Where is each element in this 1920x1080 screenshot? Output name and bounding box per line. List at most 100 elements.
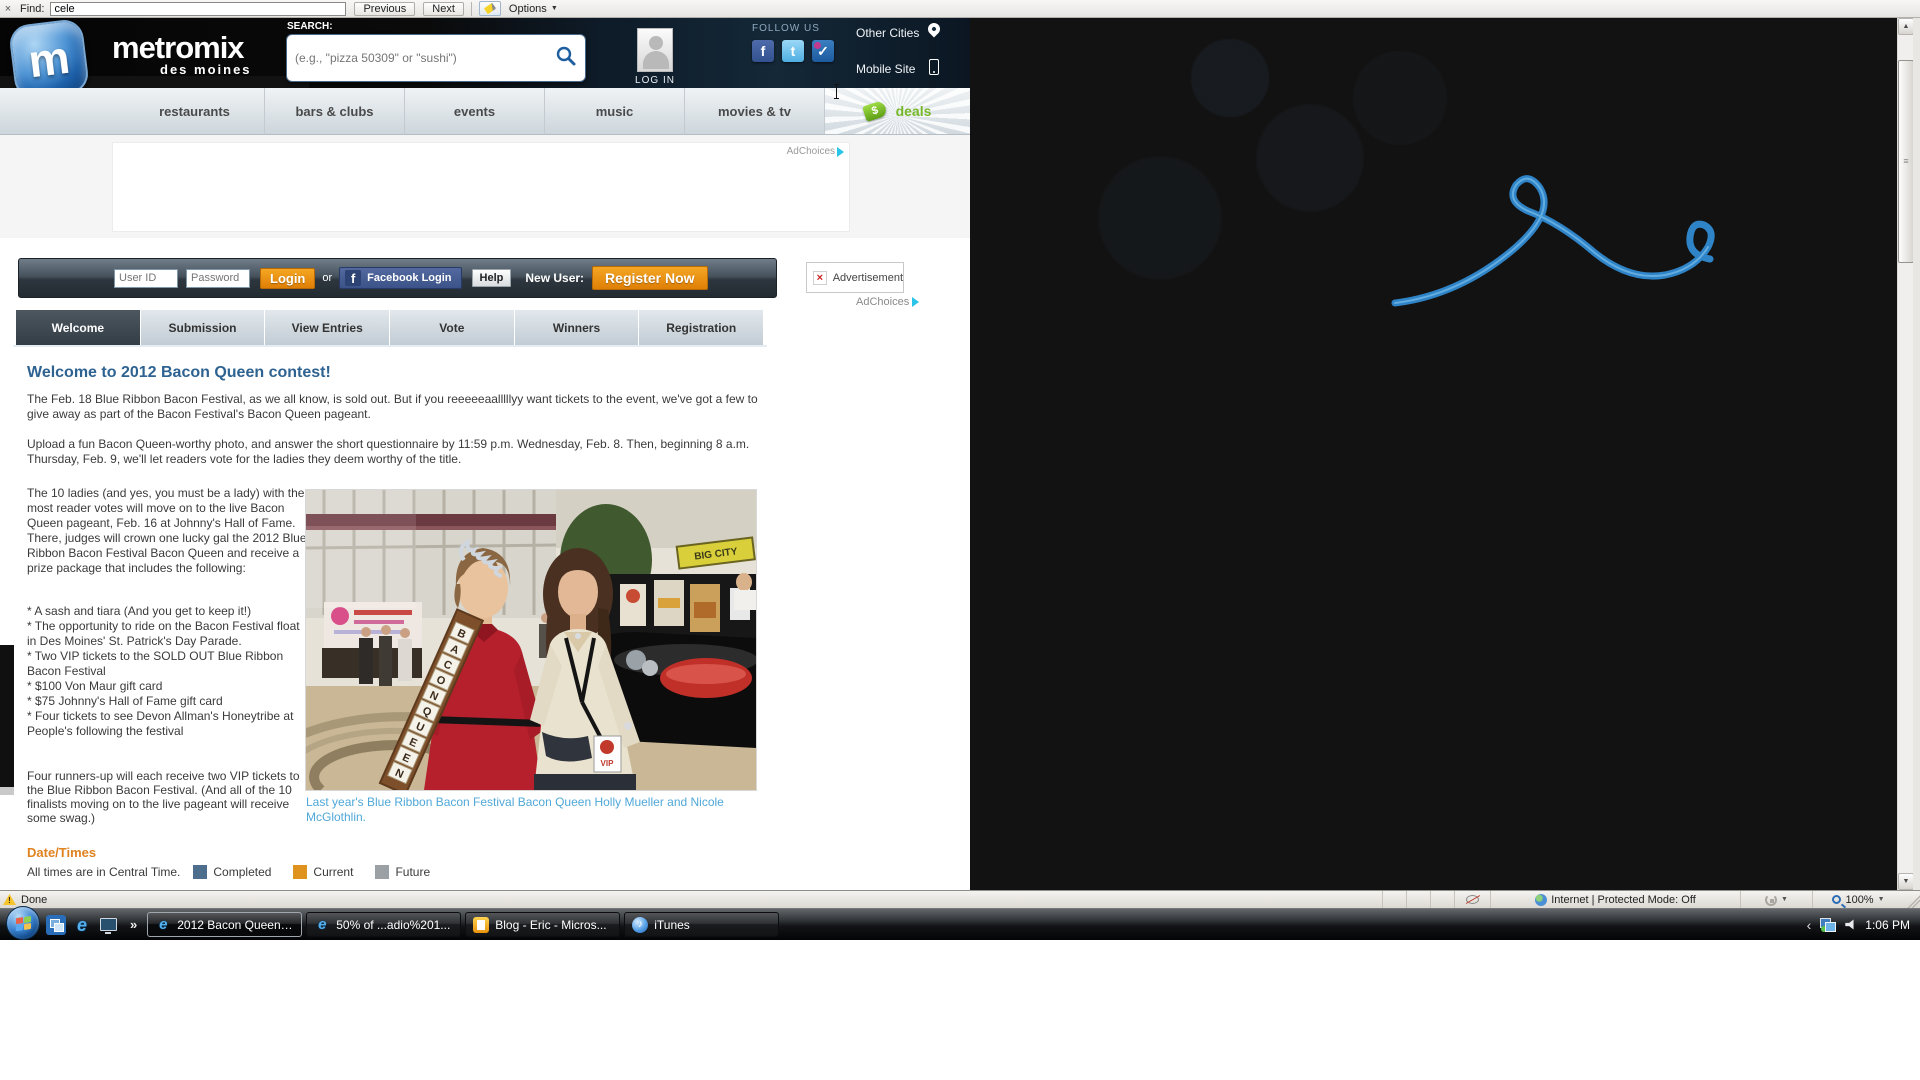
clock[interactable]: 1:06 PM [1865,918,1910,932]
nav-item-restaurants[interactable]: restaurants [125,88,265,134]
internet-explorer-icon: e [155,917,171,932]
adchoices-link[interactable]: AdChoices [787,146,844,157]
network-icon[interactable] [1820,918,1836,931]
mobile-phone-icon[interactable] [929,59,939,75]
windows-flag-icon [16,916,32,931]
site-background [970,18,1897,890]
warning-icon[interactable]: ! [3,894,16,905]
register-now-button[interactable]: Register Now [592,266,707,290]
find-input[interactable] [50,2,346,16]
password-field[interactable] [186,269,250,288]
times-note: All times are in Central Time. [27,865,180,879]
avatar[interactable] [637,28,673,72]
tab-submission[interactable]: Submission [141,309,266,345]
legend-future-label: Future [395,865,430,879]
task-buttons: e 2012 Bacon Queen c... e 50% of ...adio… [147,912,779,937]
find-label: Find: [20,3,44,15]
location-pin-icon[interactable] [926,21,943,38]
highlight-all-icon[interactable] [479,1,501,16]
nav-item-music[interactable]: music [545,88,685,134]
side-flyout-tab[interactable] [0,645,14,787]
chevron-expand-icon[interactable]: » [130,917,137,932]
zoom-control[interactable]: 100% ▼ [1812,891,1904,909]
taskbar-button-blog[interactable]: Blog - Eric - Micros... [465,912,620,937]
show-desktop-icon[interactable] [98,915,118,935]
foursquare-icon[interactable]: ✓ [812,40,834,62]
switch-windows-icon[interactable] [46,915,66,935]
sidebar-ad-placeholder[interactable]: × Advertisement [806,262,904,293]
tab-view-entries[interactable]: View Entries [265,309,390,345]
other-cities-link[interactable]: Other Cities [856,26,919,40]
photo-caption-link[interactable]: Last year's Blue Ribbon Bacon Festival B… [306,795,751,825]
nav-item-bars-clubs[interactable]: bars & clubs [265,88,405,134]
tab-welcome[interactable]: Welcome [16,309,141,345]
log-in-link[interactable]: LOG IN [630,75,680,86]
prize-item: * $75 Johnny's Hall of Fame gift card [27,694,311,709]
taskbar-button-itunes[interactable]: ♪ iTunes [624,912,779,937]
divider [471,2,472,16]
login-button[interactable]: Login [260,268,315,289]
scrollbar-thumb[interactable]: ≡ [1898,60,1914,263]
legend-future-swatch [375,865,389,879]
resize-grip[interactable] [1904,891,1920,909]
adchoices-link[interactable]: AdChoices [856,296,919,308]
search-icon[interactable] [555,45,585,72]
security-zone-cell[interactable]: Internet | Protected Mode: Off [1490,891,1740,909]
nav-item-movies-tv[interactable]: movies & tv [685,88,825,134]
tab-registration[interactable]: Registration [639,309,764,345]
taskbar-button-bacon-queen[interactable]: e 2012 Bacon Queen c... [147,912,302,937]
bacon-queen-photo: BIG CITY [305,489,757,791]
new-user-label: New User: [525,271,584,285]
taskbar-button-radio[interactable]: e 50% of ...adio%201... [306,912,461,937]
find-previous-button[interactable]: Previous [354,2,415,16]
facebook-icon[interactable]: f [752,40,774,62]
tab-winners[interactable]: Winners [515,309,640,345]
browser-viewport: m metromix des moines SEARCH: LOG IN FOL… [0,18,1920,890]
contest-login-bar: Login or f Facebook Login Help New User:… [18,258,777,298]
find-options-button[interactable]: Options ▼ [509,3,558,15]
chevron-down-icon: ▼ [551,5,558,12]
vertical-scrollbar[interactable]: ▲ ≡ ▼ [1897,18,1913,890]
tracking-protection-cell[interactable] [1454,891,1490,909]
find-close-icon[interactable]: × [0,3,16,15]
upload-paragraph: Upload a fun Bacon Queen-worthy photo, a… [27,437,769,467]
divider [13,345,767,347]
status-bar: ! Done Internet | Protected Mode: Off ▼ … [0,890,1920,908]
volume-icon[interactable] [1845,919,1856,930]
logo-title[interactable]: metromix [112,30,244,66]
outlook-icon [473,917,489,933]
tray-chevron-icon[interactable]: ‹ [1807,917,1812,933]
prize-item: * A sash and tiara (And you get to keep … [27,604,311,619]
site-header: m metromix des moines SEARCH: LOG IN FOL… [0,18,970,88]
find-next-button[interactable]: Next [423,2,464,16]
tab-vote[interactable]: Vote [390,309,515,345]
scroll-up-icon[interactable]: ▲ [1898,18,1914,35]
contest-tabs: Welcome Submission View Entries Vote Win… [16,309,764,345]
taskbar: e » e 2012 Bacon Queen c... e 50% of ...… [0,908,1920,940]
help-button[interactable]: Help [472,269,512,287]
legend-completed-label: Completed [213,865,271,879]
internet-explorer-icon[interactable]: e [72,915,92,935]
mobile-site-link[interactable]: Mobile Site [856,62,915,76]
follow-us-label: FOLLOW US [752,23,820,34]
facebook-login-button[interactable]: f Facebook Login [339,267,461,289]
ad-banner-placeholder[interactable]: AdChoices [112,142,850,232]
legend-current-label: Current [313,865,353,879]
nav-item-deals[interactable]: $ deals [825,88,970,134]
user-id-field[interactable] [114,269,178,288]
runners-up-paragraph: Four runners-up will each receive two VI… [27,769,311,825]
twitter-icon[interactable]: t [782,40,804,62]
intro-paragraph: The Feb. 18 Blue Ribbon Bacon Festival, … [27,392,769,422]
deal-tag-icon: $ [862,100,888,122]
screen: × Find: Previous Next Options ▼ m metrom… [0,0,1920,1080]
start-button[interactable] [6,906,40,940]
search-input[interactable] [287,51,555,65]
nav-item-events[interactable]: events [405,88,545,134]
protected-mode-cell[interactable]: ▼ [1740,891,1812,909]
prize-item: * $100 Von Maur gift card [27,679,311,694]
svg-text:VIP: VIP [601,759,615,768]
adchoices-icon [837,147,844,157]
prize-item: * The opportunity to ride on the Bacon F… [27,619,311,649]
scroll-down-icon[interactable]: ▼ [1898,873,1914,890]
search-box [286,34,586,82]
